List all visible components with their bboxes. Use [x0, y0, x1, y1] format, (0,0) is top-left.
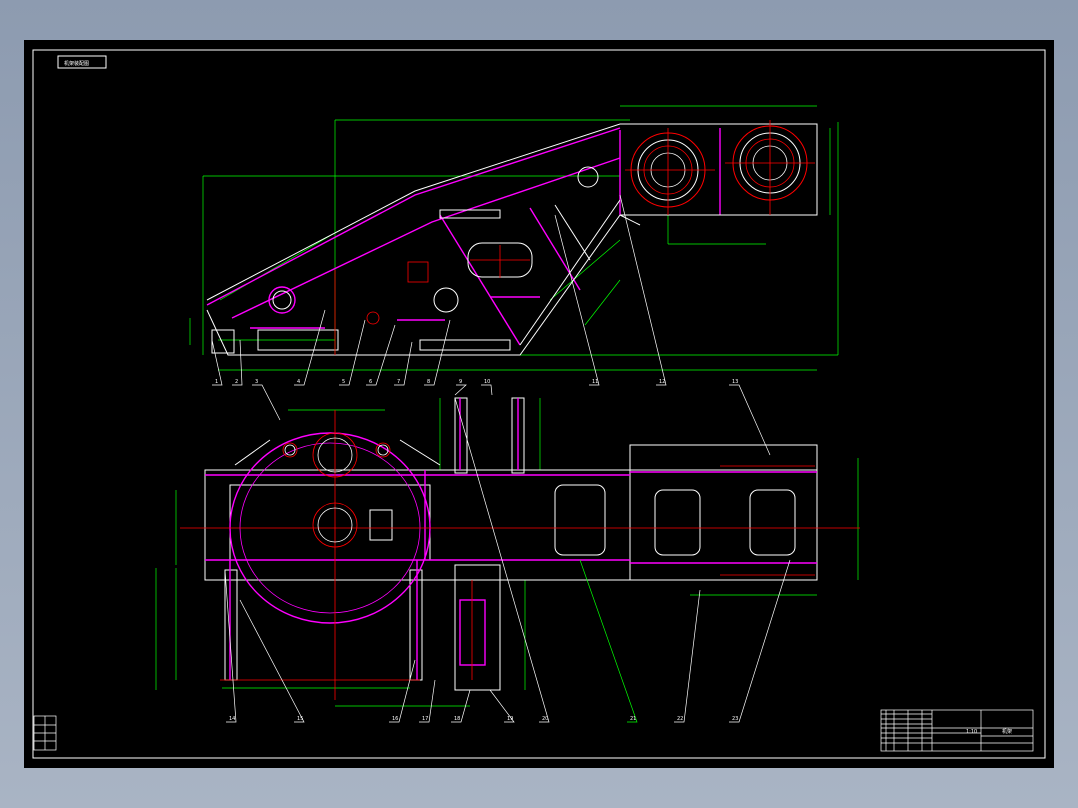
part-balloon: 13 — [732, 379, 738, 385]
part-balloon: 4 — [297, 379, 300, 385]
leader-line — [239, 599, 305, 723]
leader-line — [729, 559, 791, 723]
part-balloon: 6 — [369, 379, 372, 385]
part-balloon: 17 — [422, 716, 428, 722]
leader-line — [339, 319, 366, 386]
leader-line — [481, 384, 493, 396]
plan-view — [155, 397, 860, 707]
leader-line — [674, 589, 701, 723]
part-balloon: 21 — [630, 716, 636, 722]
leader-line — [294, 309, 326, 386]
part-balloon: 20 — [542, 716, 548, 722]
part-balloon: 7 — [397, 379, 400, 385]
left-revision-table — [33, 715, 57, 751]
title-label-box: 机架装配图 — [57, 55, 107, 69]
title-label: 机架装配图 — [64, 60, 89, 67]
leader-lines-top: 1 2 3 4 5 6 7 8 9 10 11 12 13 — [211, 194, 771, 456]
part-balloon: 11 — [592, 379, 598, 385]
leader-line — [579, 559, 638, 723]
part-balloon: 15 — [297, 716, 303, 722]
part-balloon: 9 — [459, 379, 462, 385]
leader-line — [424, 319, 451, 386]
plan-view-outline — [204, 397, 818, 691]
leader-line — [389, 659, 416, 723]
part-balloon: 8 — [427, 379, 430, 385]
plan-view-weld-lines — [205, 398, 817, 680]
drawing-scale: 1:10 — [966, 729, 977, 735]
side-view — [189, 105, 839, 371]
drawing-name: 机架 — [1002, 728, 1012, 735]
drawing-border — [32, 49, 1046, 759]
part-balloon: 23 — [732, 716, 738, 722]
part-balloon: 10 — [484, 379, 490, 385]
boom-weld-lines — [206, 127, 721, 346]
leader-line — [619, 194, 667, 386]
part-balloon: 1 — [215, 379, 218, 385]
boom-outline — [206, 123, 818, 356]
leader-line — [252, 384, 281, 421]
part-balloon: 14 — [229, 716, 235, 722]
part-balloon: 5 — [342, 379, 345, 385]
plan-view-bores — [284, 437, 389, 543]
part-balloon: 22 — [677, 716, 683, 722]
part-balloon: 3 — [255, 379, 258, 385]
part-balloon: 19 — [507, 716, 513, 722]
part-balloon: 18 — [454, 716, 460, 722]
part-balloon: 2 — [235, 379, 238, 385]
leader-line — [454, 384, 467, 396]
part-balloon: 16 — [392, 716, 398, 722]
cad-drawing: 机架装配图 机架 1:10 1 2 3 4 5 6 7 8 9 10 11 12… — [32, 49, 1046, 759]
part-balloon: 12 — [659, 379, 665, 385]
plan-view-dimensions — [155, 398, 859, 707]
